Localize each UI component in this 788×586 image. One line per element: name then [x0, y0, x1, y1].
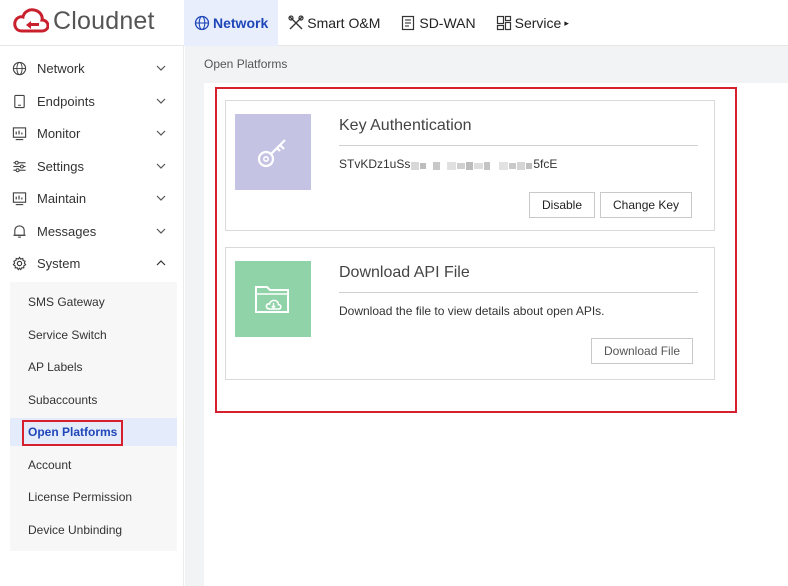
sliders-icon	[11, 158, 27, 174]
sidebar-item-monitor[interactable]: Monitor	[0, 117, 184, 149]
system-submenu: SMS Gateway Service Switch AP Labels Sub…	[10, 282, 177, 551]
submenu-item-label: SMS Gateway	[28, 295, 105, 309]
submenu-item-label: Service Switch	[28, 328, 107, 342]
submenu-item-open-platforms[interactable]: Open Platforms	[10, 418, 177, 446]
key-authentication-card: Key Authentication STvKDz1uSs 5fcE Disabl…	[225, 100, 715, 231]
top-nav: Network Smart O&M SD-WAN Service ▸	[184, 0, 579, 46]
nav-smart-om-label: Smart O&M	[307, 15, 381, 31]
sidebar: Network Endpoints Monitor Settings Maint…	[0, 46, 184, 586]
download-file-button[interactable]: Download File	[591, 338, 694, 364]
sidebar-item-messages[interactable]: Messages	[0, 215, 184, 247]
submenu-item-label: Subaccounts	[28, 393, 98, 407]
nav-service-label: Service	[514, 15, 562, 31]
sidebar-item-network[interactable]: Network	[0, 52, 184, 84]
sidebar-item-label: Messages	[37, 223, 97, 239]
monitor-chart-icon	[11, 125, 27, 141]
document-icon	[400, 15, 416, 31]
bell-icon	[11, 223, 27, 239]
submenu-item-label: Account	[28, 458, 72, 472]
nav-service[interactable]: Service ▸	[486, 0, 579, 46]
monitor-chart-icon	[11, 190, 27, 206]
grid-icon	[496, 15, 512, 31]
top-bar: Cloudnet Network Smart O&M SD-WAN Servic…	[0, 0, 788, 46]
api-key-value: STvKDz1uSs 5fcE	[339, 157, 557, 171]
sidebar-item-label: Monitor	[37, 125, 81, 141]
card-description: Download the file to view details about …	[339, 304, 605, 318]
nav-sd-wan[interactable]: SD-WAN	[390, 0, 485, 46]
card-title: Key Authentication	[339, 117, 472, 134]
sidebar-item-endpoints[interactable]: Endpoints	[0, 85, 184, 117]
folder-download-icon	[255, 286, 289, 313]
sidebar-item-system[interactable]: System	[0, 247, 184, 279]
divider	[339, 145, 698, 146]
sidebar-item-label: System	[37, 255, 81, 271]
key-icon	[257, 139, 286, 168]
chevron-down-icon	[155, 192, 167, 204]
chevron-up-icon	[155, 257, 167, 269]
submenu-item-account[interactable]: Account	[10, 451, 177, 479]
nav-network[interactable]: Network	[184, 0, 279, 46]
submenu-item-subaccounts[interactable]: Subaccounts	[10, 386, 177, 414]
submenu-item-license-permission[interactable]: License Permission	[10, 483, 177, 511]
submenu-item-label: License Permission	[28, 490, 133, 504]
tools-icon	[288, 15, 304, 31]
logo[interactable]: Cloudnet	[13, 6, 155, 36]
submenu-item-service-switch[interactable]: Service Switch	[10, 321, 177, 349]
submenu-item-sms-gateway[interactable]: SMS Gateway	[10, 288, 177, 316]
breadcrumb: Open Platforms	[204, 57, 288, 71]
logo-text: Cloudnet	[53, 6, 155, 35]
gear-icon	[11, 255, 27, 271]
masked-key-segment	[411, 160, 533, 170]
chevron-down-icon	[155, 127, 167, 139]
sidebar-item-label: Network	[37, 60, 85, 76]
folder-thumbnail	[235, 261, 311, 337]
api-key-prefix: STvKDz1uSs	[339, 157, 411, 171]
tablet-icon	[11, 93, 27, 109]
chevron-down-icon	[155, 225, 167, 237]
chevron-down-icon	[155, 160, 167, 172]
sidebar-item-label: Endpoints	[37, 93, 95, 109]
chevron-down-icon	[155, 62, 167, 74]
globe-icon	[194, 15, 210, 31]
sidebar-item-label: Maintain	[37, 190, 87, 206]
disable-button[interactable]: Disable	[529, 192, 596, 218]
nav-sd-wan-label: SD-WAN	[419, 15, 476, 31]
nav-smart-om[interactable]: Smart O&M	[278, 0, 390, 46]
submenu-item-ap-labels[interactable]: AP Labels	[10, 353, 177, 381]
download-api-file-card: Download API File Download the file to v…	[225, 247, 715, 380]
caret-right-icon: ▸	[564, 17, 569, 28]
change-key-button[interactable]: Change Key	[600, 192, 693, 218]
chevron-down-icon	[155, 95, 167, 107]
sidebar-item-maintain[interactable]: Maintain	[0, 182, 184, 214]
globe-icon	[11, 60, 27, 76]
submenu-item-label: Device Unbinding	[28, 523, 123, 537]
sidebar-item-settings[interactable]: Settings	[0, 150, 184, 182]
submenu-item-label: Open Platforms	[28, 425, 118, 439]
sidebar-item-label: Settings	[37, 158, 84, 174]
cloud-logo-icon	[13, 8, 49, 33]
api-key-suffix: 5fcE	[533, 157, 558, 171]
submenu-item-label: AP Labels	[28, 360, 83, 374]
nav-network-label: Network	[213, 15, 269, 31]
card-title: Download API File	[339, 264, 470, 281]
divider	[339, 292, 698, 293]
key-thumbnail	[235, 114, 311, 190]
submenu-item-device-unbinding[interactable]: Device Unbinding	[10, 516, 177, 544]
